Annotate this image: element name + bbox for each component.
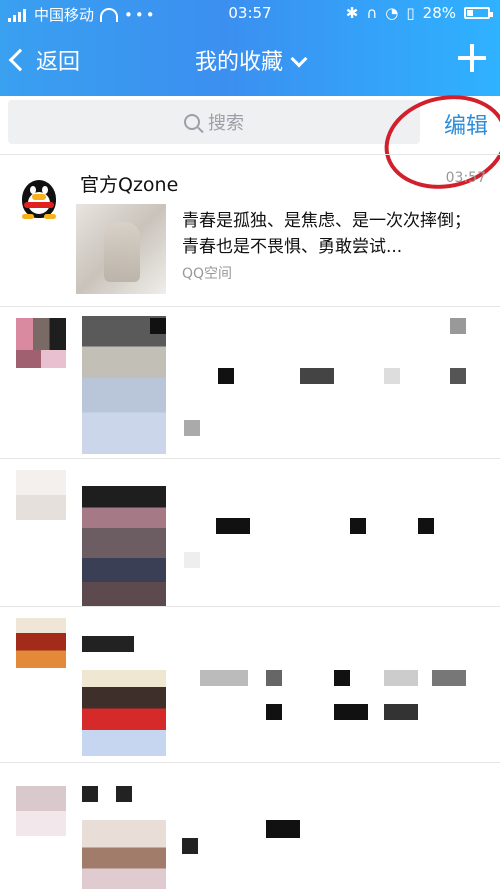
pixel-block xyxy=(266,820,300,838)
pixel-block xyxy=(384,670,418,686)
pixel-block xyxy=(350,518,366,534)
pixel-block xyxy=(116,786,132,802)
status-bar: 中国移动 ••• 03:57 ✱ ∩ ◔ ▯ 28% xyxy=(0,0,500,28)
battery-icon xyxy=(464,7,493,19)
pixel-block xyxy=(182,838,198,854)
pixel-block xyxy=(418,518,434,534)
item-source-tag: QQ空间 xyxy=(182,266,233,282)
vibrate-icon: ▯ xyxy=(406,4,415,22)
favorite-item-pixelated[interactable] xyxy=(0,306,500,456)
item-thumbnail-image xyxy=(82,820,166,889)
item-thumbnail-image xyxy=(76,204,166,294)
pixel-block xyxy=(216,518,250,534)
headphone-icon: ∩ xyxy=(366,4,378,22)
avatar xyxy=(16,470,66,520)
pixel-block xyxy=(450,318,466,334)
item-time: 03:57 xyxy=(445,170,486,186)
battery-percent: 28% xyxy=(422,4,456,22)
pixel-block xyxy=(334,704,368,720)
avatar xyxy=(16,786,66,836)
page-title-dropdown[interactable]: 我的收藏 xyxy=(0,44,500,76)
app-header: 中国移动 ••• 03:57 ✱ ∩ ◔ ▯ 28% 返回 我的收藏 xyxy=(0,0,500,96)
pixel-block xyxy=(184,420,200,436)
pixel-block xyxy=(384,704,418,720)
add-button[interactable] xyxy=(458,44,486,72)
item-thumbnail-image xyxy=(82,670,166,756)
item-thumbnail-image xyxy=(82,316,166,454)
page-title: 我的收藏 xyxy=(194,50,283,75)
search-icon xyxy=(184,114,200,130)
pixel-block xyxy=(82,636,134,652)
pixel-block xyxy=(384,368,400,384)
clock: 03:57 xyxy=(228,4,272,22)
search-input[interactable]: 搜索 xyxy=(8,100,420,144)
pixel-block xyxy=(218,368,234,384)
item-source-name: 官方Qzone xyxy=(80,174,179,196)
pixel-block xyxy=(450,368,466,384)
bluetooth-icon: ✱ xyxy=(345,4,359,22)
pixel-block xyxy=(266,670,282,686)
pixel-block xyxy=(184,552,200,568)
search-placeholder: 搜索 xyxy=(208,113,244,134)
chevron-down-icon xyxy=(290,50,308,68)
pixel-block xyxy=(432,670,466,686)
item-description: 青春是孤独、是焦虑、是一次次摔倒；青春也是不畏惧、勇敢尝试... xyxy=(182,211,471,257)
pixel-block xyxy=(300,368,334,384)
nav-bar: 返回 我的收藏 xyxy=(0,34,500,86)
favorite-item-pixelated[interactable] xyxy=(0,762,500,889)
qq-penguin-avatar xyxy=(18,170,60,219)
avatar xyxy=(16,618,66,668)
avatar-pixel xyxy=(16,350,66,368)
pixel-block xyxy=(334,670,350,686)
pixel-block xyxy=(82,786,98,802)
favorite-item-pixelated[interactable] xyxy=(0,606,500,760)
alarm-icon: ◔ xyxy=(385,4,399,22)
pixel-block xyxy=(200,670,248,686)
item-thumbnail-image xyxy=(82,486,166,606)
pixel-block xyxy=(150,318,166,334)
pixel-block xyxy=(266,704,282,720)
